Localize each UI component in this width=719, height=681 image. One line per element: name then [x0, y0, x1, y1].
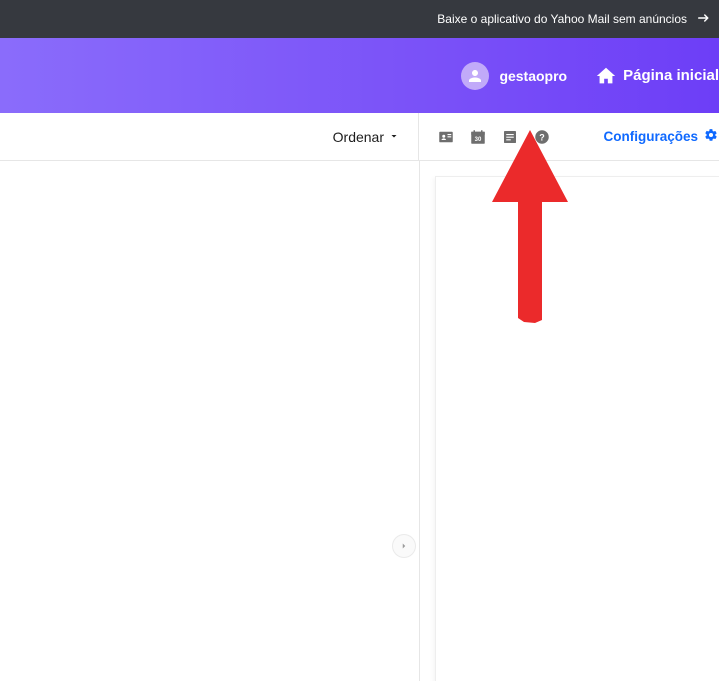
notepad-icon[interactable]: [501, 128, 519, 146]
arrow-right-icon[interactable]: [695, 9, 713, 30]
sort-button[interactable]: Ordenar: [333, 129, 400, 145]
message-list-pane: [0, 161, 419, 681]
home-link[interactable]: Página inicial: [589, 65, 719, 87]
toolbar-left: Ordenar: [0, 113, 418, 160]
toolbar: Ordenar 30 ? Configurações: [0, 113, 719, 161]
gear-icon: [704, 128, 718, 145]
preview-pane: [420, 161, 719, 681]
icon-group: 30 ?: [437, 128, 551, 146]
promo-topbar: Baixe o aplicativo do Yahoo Mail sem anú…: [0, 0, 719, 38]
promo-text[interactable]: Baixe o aplicativo do Yahoo Mail sem anú…: [437, 12, 687, 26]
content-area: [0, 161, 719, 681]
home-icon: [589, 65, 623, 87]
user-block[interactable]: gestaopro: [461, 62, 567, 90]
header-bar: gestaopro Página inicial: [0, 38, 719, 113]
avatar: [461, 62, 489, 90]
preview-panel: [435, 176, 719, 681]
settings-label: Configurações: [603, 129, 698, 144]
help-icon[interactable]: ?: [533, 128, 551, 146]
chevron-down-icon: [388, 129, 400, 145]
username-label: gestaopro: [499, 68, 567, 84]
contacts-icon[interactable]: [437, 128, 455, 146]
home-label: Página inicial: [623, 67, 719, 84]
svg-text:?: ?: [539, 132, 545, 142]
collapse-handle[interactable]: [393, 535, 415, 557]
settings-link[interactable]: Configurações: [603, 128, 719, 145]
sort-label: Ordenar: [333, 129, 384, 145]
calendar-icon[interactable]: 30: [469, 128, 487, 146]
calendar-day-text: 30: [475, 137, 482, 143]
toolbar-right: 30 ? Configurações: [419, 113, 719, 160]
